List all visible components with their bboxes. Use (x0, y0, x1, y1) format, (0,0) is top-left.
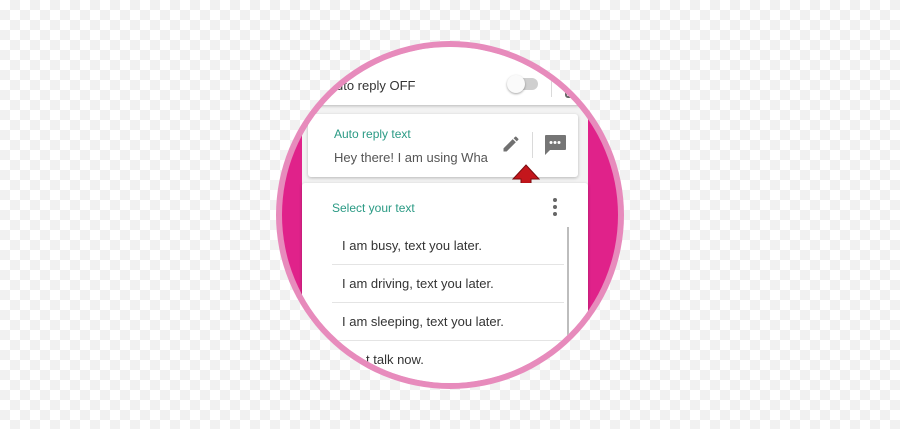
divider (551, 73, 552, 97)
auto-reply-toggle[interactable] (507, 75, 538, 93)
list-item[interactable]: I am driving, text you later. (332, 265, 564, 303)
auto-reply-toggle-row: uto reply OFF (302, 47, 582, 105)
list-item[interactable]: I am busy, text you later. (332, 227, 564, 265)
select-text-title: Select your text (332, 201, 415, 215)
more-vert-icon[interactable] (552, 197, 558, 217)
auto-reply-text-value: Hey there! I am using Wha... (334, 150, 488, 165)
list-item[interactable]: t talk now. (332, 341, 564, 378)
phone-icon[interactable] (564, 74, 582, 98)
select-text-card: Select your text I am busy, text you lat… (302, 183, 588, 383)
list-item[interactable]: I am sleeping, text you later. (332, 303, 564, 341)
message-icon[interactable] (543, 134, 567, 156)
pencil-icon[interactable] (501, 134, 521, 154)
zoom-circle: uto reply OFF Auto reply text Hey there!… (282, 47, 618, 383)
divider (532, 132, 533, 158)
auto-reply-toggle-label: uto reply OFF (336, 78, 416, 93)
auto-reply-text-title: Auto reply text (334, 127, 411, 141)
reply-options-list: I am busy, text you later. I am driving,… (332, 227, 564, 378)
app-screen: uto reply OFF Auto reply text Hey there!… (302, 47, 588, 383)
scrollbar[interactable] (567, 227, 569, 347)
toggle-knob (507, 75, 525, 93)
